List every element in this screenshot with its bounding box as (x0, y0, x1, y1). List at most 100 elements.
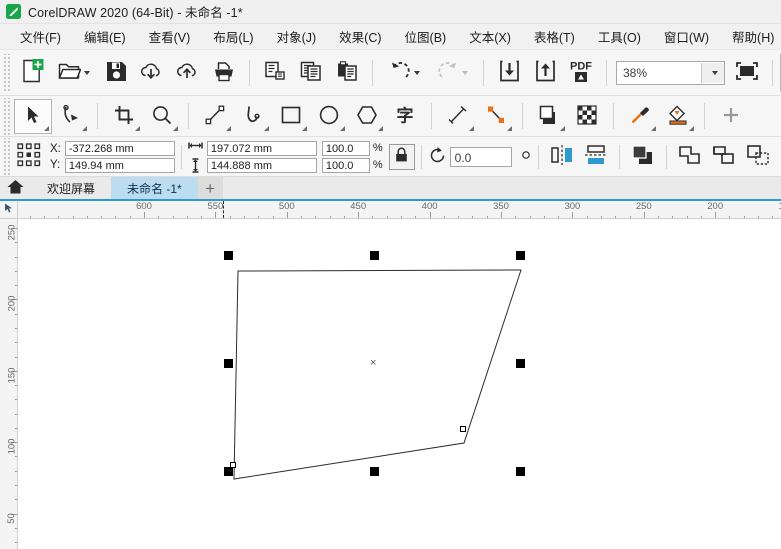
zoom-tool-flyout-corner-icon[interactable] (173, 126, 178, 131)
save-to-cloud-download-button[interactable] (134, 53, 170, 92)
weld-button[interactable] (673, 141, 707, 173)
menu-file[interactable]: 文件(F) (11, 24, 70, 49)
copy-button[interactable] (293, 53, 329, 92)
dimension-tool-flyout-corner-icon[interactable] (469, 126, 474, 131)
connector-tool-flyout-corner-icon[interactable] (507, 126, 512, 131)
toolbar-grip[interactable] (2, 54, 11, 91)
undo-dropdown-caret-icon[interactable] (414, 71, 420, 75)
selection-handle[interactable] (224, 467, 233, 476)
menu-table[interactable]: 表格(T) (525, 24, 584, 49)
color-eyedropper-flyout-corner-icon[interactable] (651, 126, 656, 131)
color-eyedropper-tool[interactable] (621, 99, 659, 134)
ellipse-tool-flyout-corner-icon[interactable] (340, 126, 345, 131)
menu-help[interactable]: 帮助(H) (723, 24, 781, 49)
rectangle-tool-flyout-corner-icon[interactable] (302, 126, 307, 131)
crop-tool[interactable] (105, 99, 143, 134)
connector-tool[interactable] (477, 99, 515, 134)
mirror-vertical-button[interactable] (579, 141, 613, 173)
shape-tool-flyout-corner-icon[interactable] (82, 126, 87, 131)
save-button[interactable] (98, 53, 134, 92)
polygon-tool-flyout-corner-icon[interactable] (378, 126, 383, 131)
object-order-button[interactable] (626, 141, 660, 173)
object-width-input[interactable]: 197.072 mm (207, 141, 317, 156)
bezier-curve-tool[interactable] (234, 99, 272, 134)
print-button[interactable] (206, 53, 242, 92)
menu-bitmap[interactable]: 位图(B) (396, 24, 456, 49)
intersect-button[interactable] (741, 141, 775, 173)
open-document-button[interactable] (50, 53, 98, 92)
zoom-level-dropdown-button[interactable] (701, 63, 724, 83)
open-dropdown-caret-icon[interactable] (84, 71, 90, 75)
home-tab-button[interactable] (0, 177, 31, 199)
object-height-input[interactable]: 144.888 mm (207, 158, 317, 173)
paste-button[interactable] (329, 53, 365, 92)
scale-x-input[interactable]: 100.0 (322, 141, 370, 156)
zoom-level-value[interactable]: 38% (617, 62, 701, 84)
ruler-unit-button[interactable] (0, 201, 18, 218)
selection-handle[interactable] (224, 251, 233, 260)
mirror-horizontal-button[interactable] (545, 141, 579, 173)
tab-untitled-1[interactable]: 未命名 -1* (111, 177, 198, 199)
cut-button[interactable] (257, 53, 293, 92)
zoom-tool[interactable] (143, 99, 181, 134)
menu-layout[interactable]: 布局(L) (204, 24, 262, 49)
shape-node[interactable] (460, 426, 466, 432)
selection-handle[interactable] (516, 251, 525, 260)
undo-button[interactable] (380, 53, 428, 92)
selection-handle[interactable] (516, 467, 525, 476)
lock-ratio-button[interactable] (389, 144, 415, 170)
interactive-fill-flyout-corner-icon[interactable] (689, 126, 694, 131)
menu-object[interactable]: 对象(J) (268, 24, 326, 49)
simplify-button[interactable] (775, 141, 781, 173)
interactive-fill-tool[interactable] (659, 99, 697, 134)
export-pdf-button[interactable]: PDF (563, 53, 599, 92)
polygon-tool[interactable] (348, 99, 386, 134)
tab-welcome-screen[interactable]: 欢迎屏幕 (31, 177, 111, 199)
fullscreen-preview-button[interactable] (729, 53, 765, 92)
import-button[interactable] (491, 53, 527, 92)
shape-tool[interactable] (52, 99, 90, 134)
drawing-canvas[interactable]: × (18, 219, 781, 549)
add-tool-button[interactable] (712, 99, 750, 134)
object-origin-icon[interactable] (16, 142, 42, 171)
publish-to-cloud-button[interactable] (170, 53, 206, 92)
dimension-tool[interactable] (439, 99, 477, 134)
x-position-input[interactable]: -372.268 mm (65, 141, 175, 156)
bezier-curve-tool-flyout-corner-icon[interactable] (264, 126, 269, 131)
y-position-input[interactable]: 149.94 mm (65, 158, 175, 173)
shape-node[interactable] (230, 462, 236, 468)
drop-shadow-tool-flyout-corner-icon[interactable] (560, 126, 565, 131)
ellipse-tool[interactable] (310, 99, 348, 134)
rotation-angle-input[interactable]: 0.0 (450, 147, 512, 167)
text-tool[interactable]: 字 (386, 99, 424, 134)
quadrilateral-shape[interactable] (18, 219, 781, 549)
scale-y-input[interactable]: 100.0 (322, 158, 370, 173)
freehand-tool-flyout-corner-icon[interactable] (226, 126, 231, 131)
property-bar-grip[interactable] (2, 138, 11, 175)
selection-handle[interactable] (224, 359, 233, 368)
pick-tool[interactable] (14, 99, 52, 134)
freehand-tool[interactable] (196, 99, 234, 134)
toolbox-grip[interactable] (2, 98, 11, 135)
menu-text[interactable]: 文本(X) (460, 24, 520, 49)
trim-button[interactable] (707, 141, 741, 173)
new-document-button[interactable] (14, 53, 50, 92)
menu-window[interactable]: 窗口(W) (655, 24, 718, 49)
menu-tools[interactable]: 工具(O) (589, 24, 650, 49)
transparency-tool[interactable] (568, 99, 606, 134)
menu-edit[interactable]: 编辑(E) (75, 24, 135, 49)
menu-view[interactable]: 查看(V) (140, 24, 200, 49)
add-document-tab-button[interactable]: + (198, 177, 223, 199)
menu-effects[interactable]: 效果(C) (330, 24, 390, 49)
export-button[interactable] (527, 53, 563, 92)
vertical-ruler[interactable]: 25020015010050 (0, 219, 18, 549)
rectangle-tool[interactable] (272, 99, 310, 134)
selection-handle[interactable] (370, 467, 379, 476)
crop-tool-flyout-corner-icon[interactable] (135, 126, 140, 131)
selection-handle[interactable] (370, 251, 379, 260)
zoom-level-combobox[interactable]: 38% (616, 61, 725, 85)
drop-shadow-tool[interactable] (530, 99, 568, 134)
horizontal-ruler[interactable]: 600550500450400350300250200150100 (0, 201, 781, 219)
selection-handle[interactable] (516, 359, 525, 368)
pick-tool-flyout-corner-icon[interactable] (44, 126, 49, 131)
